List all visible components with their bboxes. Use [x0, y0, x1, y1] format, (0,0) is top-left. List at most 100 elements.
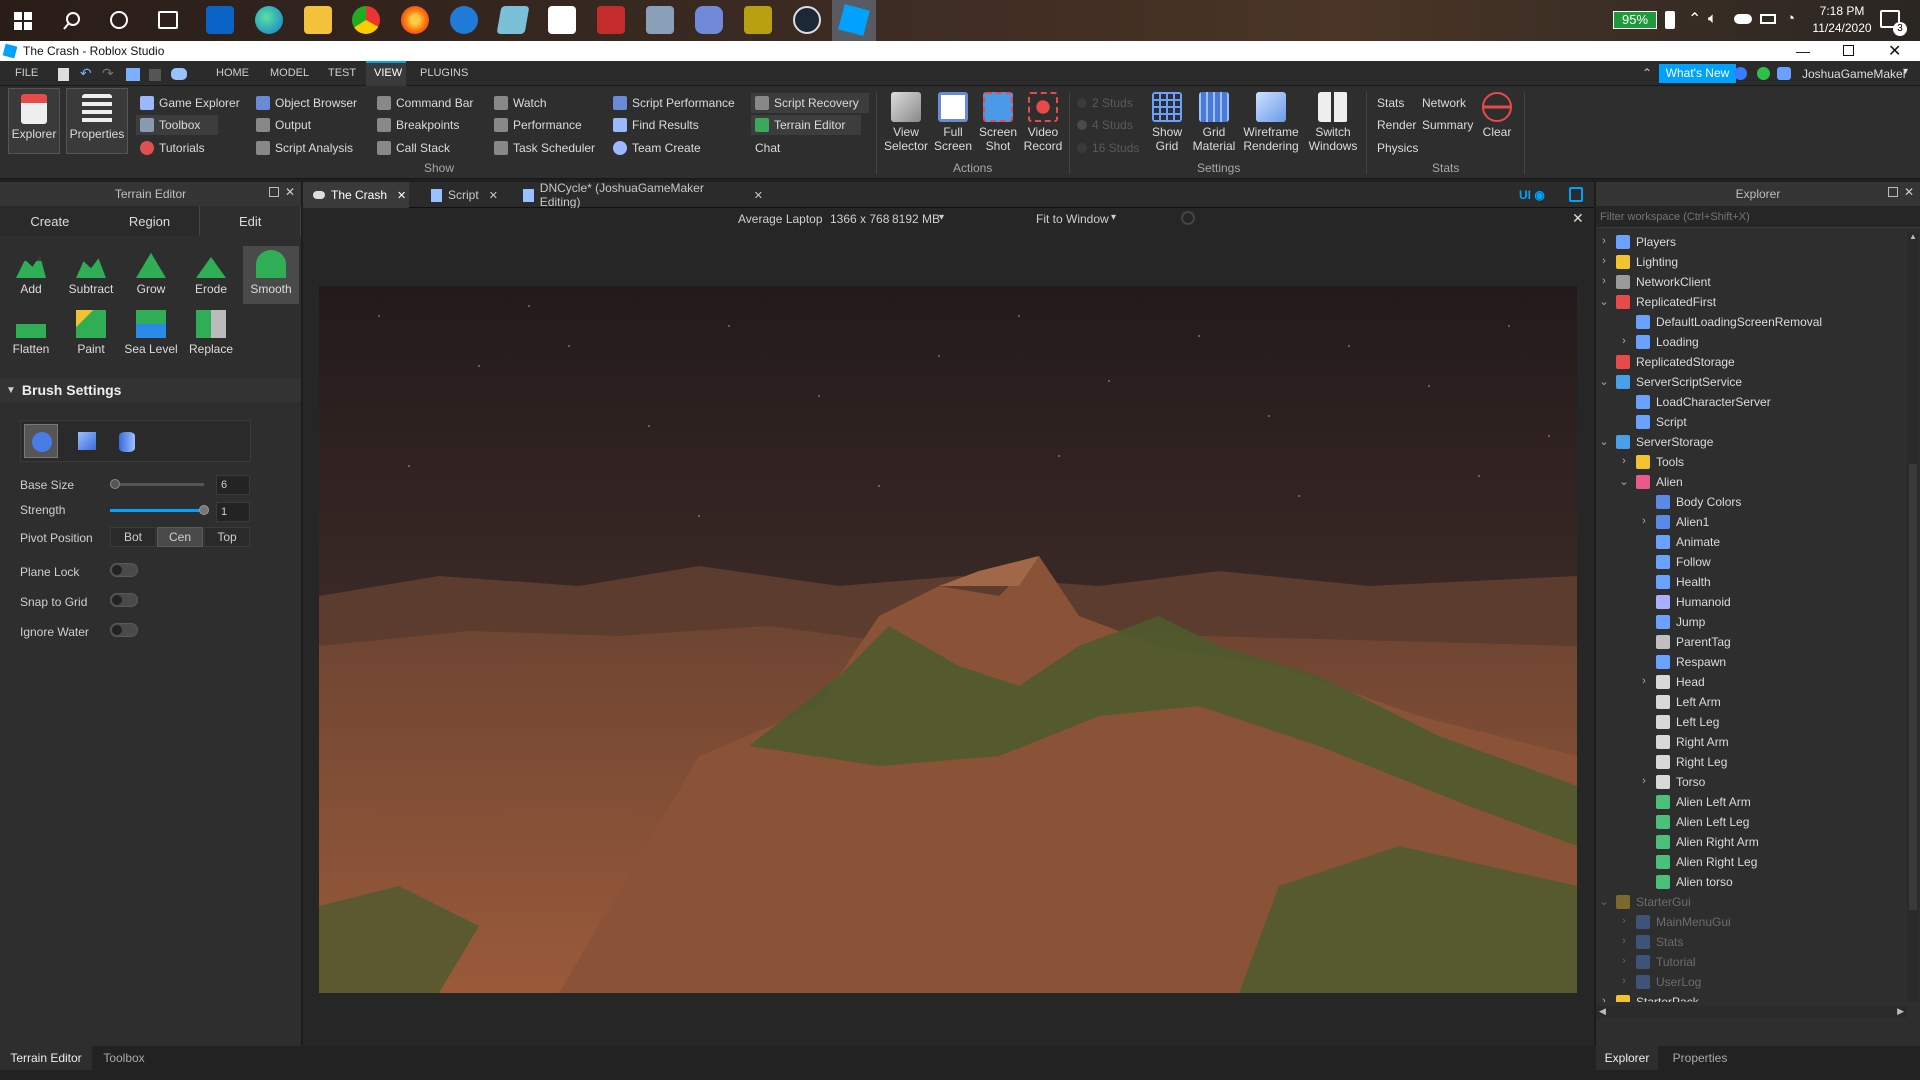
wifi-icon[interactable]: ◔	[1786, 10, 1795, 27]
tree-item[interactable]: Stats	[1636, 932, 1683, 952]
tab-script[interactable]: Script ✕	[421, 182, 501, 208]
tree-item[interactable]: Follow	[1656, 552, 1711, 572]
tree-item[interactable]: Head	[1656, 672, 1705, 692]
stats-button[interactable]: Stats	[1377, 93, 1404, 113]
windows-start-icon[interactable]	[14, 12, 32, 30]
tree-item[interactable]: DefaultLoadingScreenRemoval	[1636, 312, 1822, 332]
command-bar-button[interactable]: Command Bar	[377, 93, 473, 113]
float-panel-icon[interactable]	[269, 187, 279, 197]
menu-plugins[interactable]: PLUGINS	[420, 67, 468, 79]
tree-item[interactable]: Torso	[1656, 772, 1705, 792]
physics-button[interactable]: Physics	[1377, 138, 1418, 158]
studs-16-option[interactable]: 16 Studs	[1077, 138, 1139, 158]
device-toggle-icon[interactable]	[1569, 187, 1583, 202]
chevron-down-icon[interactable]: ⌄	[1598, 375, 1610, 388]
bottom-tab-properties[interactable]: Properties	[1662, 1046, 1738, 1070]
filter-workspace-input[interactable]	[1596, 206, 1920, 228]
tree-item[interactable]: UserLog	[1636, 972, 1701, 992]
tree-item[interactable]: Alien	[1636, 472, 1683, 492]
performance-button[interactable]: Performance	[494, 115, 582, 135]
chat-button[interactable]: Chat	[755, 138, 780, 158]
tree-item[interactable]: LoadCharacterServer	[1636, 392, 1771, 412]
tool-add[interactable]: Add	[3, 246, 59, 304]
task-scheduler-button[interactable]: Task Scheduler	[494, 138, 595, 158]
chrome-icon[interactable]	[352, 6, 380, 34]
chevron-right-icon[interactable]: ›	[1598, 275, 1610, 287]
tree-item[interactable]: Respawn	[1656, 652, 1726, 672]
tree-item[interactable]: StarterGui	[1616, 892, 1691, 912]
tree-item[interactable]: Left Leg	[1656, 712, 1719, 732]
watch-button[interactable]: Watch	[494, 93, 547, 113]
tool-paint[interactable]: Paint	[63, 306, 119, 364]
tree-item[interactable]: StarterPack	[1616, 992, 1699, 1002]
chevron-right-icon[interactable]: ›	[1618, 935, 1630, 947]
float-panel-icon[interactable]	[1888, 187, 1898, 197]
scrollbar-thumb[interactable]	[1909, 464, 1917, 910]
strength-handle[interactable]	[199, 505, 209, 515]
tree-item[interactable]: Left Arm	[1656, 692, 1721, 712]
power-icon[interactable]	[1760, 14, 1776, 24]
tree-item[interactable]: Alien Right Leg	[1656, 852, 1757, 872]
status-icon[interactable]	[1757, 67, 1770, 80]
fireworks-icon[interactable]	[744, 6, 772, 34]
brush-cube-button[interactable]	[70, 424, 104, 458]
tree-item[interactable]: Loading	[1636, 332, 1699, 352]
tree-item[interactable]: Alien Right Arm	[1656, 832, 1759, 852]
horizontal-scrollbar[interactable]: ◀ ▶	[1596, 1006, 1907, 1018]
vertical-scrollbar[interactable]: ▲	[1907, 232, 1919, 1002]
ignore-water-toggle[interactable]	[110, 623, 138, 637]
brush-cylinder-button[interactable]	[110, 424, 144, 458]
cortana-icon[interactable]	[110, 11, 128, 29]
tool-smooth[interactable]: Smooth	[243, 246, 299, 304]
store-icon[interactable]	[548, 6, 576, 34]
show-grid-button[interactable]: Show Grid	[1145, 92, 1189, 153]
brush-sphere-button[interactable]	[24, 424, 58, 458]
view-selector-button[interactable]: View Selector	[883, 92, 929, 153]
search-icon[interactable]	[62, 11, 82, 31]
tree-item[interactable]: Players	[1616, 232, 1676, 252]
firefox-icon[interactable]	[401, 6, 429, 34]
tool-grow[interactable]: Grow	[123, 246, 179, 304]
tree-item[interactable]: MainMenuGui	[1636, 912, 1731, 932]
pivot-bot-button[interactable]: Bot	[110, 527, 156, 547]
menu-test[interactable]: TEST	[328, 67, 356, 79]
new-file-icon[interactable]	[58, 68, 69, 81]
grid-material-button[interactable]: Grid Material	[1190, 92, 1238, 153]
close-tab-icon[interactable]: ✕	[489, 189, 498, 202]
steam-icon[interactable]	[793, 6, 821, 34]
file-explorer-icon[interactable]	[304, 6, 332, 34]
tree-item[interactable]: Lighting	[1616, 252, 1678, 272]
menu-view[interactable]: VIEW	[374, 67, 402, 79]
clock-time[interactable]: 7:18 PM	[1814, 4, 1870, 18]
tree-item[interactable]: Body Colors	[1656, 492, 1741, 512]
properties-button[interactable]: Properties	[66, 94, 128, 141]
close-panel-icon[interactable]: ✕	[285, 185, 295, 199]
close-emulator-icon[interactable]: ✕	[1572, 210, 1584, 227]
strength-input[interactable]: 1	[216, 502, 250, 522]
video-record-button[interactable]: Video Record	[1021, 92, 1065, 153]
tree-item[interactable]: Tools	[1636, 452, 1684, 472]
tree-item[interactable]: Right Leg	[1656, 752, 1727, 772]
chevron-right-icon[interactable]: ›	[1618, 335, 1630, 347]
tree-item[interactable]: Health	[1656, 572, 1711, 592]
output-button[interactable]: Output	[256, 115, 311, 135]
render-button[interactable]: Render	[1377, 115, 1416, 135]
screen-shot-button[interactable]: Screen Shot	[976, 92, 1020, 153]
onedrive-icon[interactable]	[1734, 14, 1752, 24]
tab-the-crash[interactable]: The Crash ✕	[303, 182, 409, 208]
script-recovery-button[interactable]: Script Recovery	[755, 93, 859, 113]
tree-item[interactable]: Alien Left Arm	[1656, 792, 1751, 812]
tool-replace[interactable]: Replace	[183, 306, 239, 364]
call-stack-button[interactable]: Call Stack	[377, 138, 450, 158]
network-button[interactable]: Network	[1422, 93, 1466, 113]
object-browser-button[interactable]: Object Browser	[256, 93, 357, 113]
breakpoints-button[interactable]: Breakpoints	[377, 115, 459, 135]
tree-item[interactable]: Alien torso	[1656, 872, 1733, 892]
chevron-right-icon[interactable]: ›	[1618, 455, 1630, 467]
base-size-input[interactable]: 6	[216, 475, 250, 495]
menu-file[interactable]: FILE	[15, 67, 38, 79]
menu-home[interactable]: HOME	[216, 67, 249, 79]
close-panel-icon[interactable]: ✕	[1904, 185, 1914, 199]
clear-button[interactable]: Clear	[1476, 92, 1518, 139]
tree-item[interactable]: NetworkClient	[1616, 272, 1711, 292]
